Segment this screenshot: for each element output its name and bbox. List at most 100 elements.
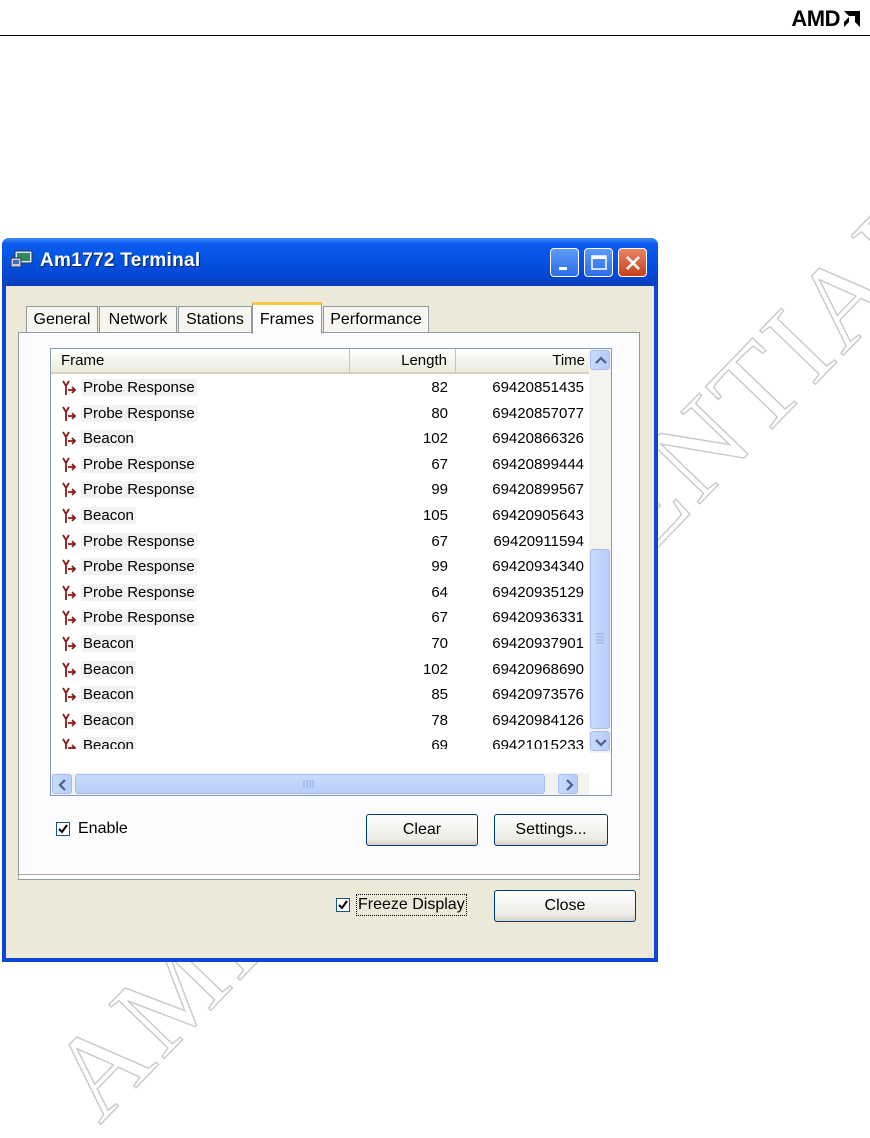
footer-separator — [18, 874, 640, 878]
frame-time-cell: 69420866326 — [492, 430, 584, 448]
antenna-arrow-icon — [62, 457, 77, 472]
frame-time-cell: 69420905643 — [492, 507, 584, 524]
close-icon — [626, 256, 640, 270]
frame-type-cell: Probe Response — [81, 481, 197, 499]
table-row[interactable]: Beacon 78 69420984126 — [51, 708, 589, 734]
table-row[interactable]: Probe Response 99 69420899567 — [51, 477, 589, 503]
checkmark-icon — [338, 900, 348, 910]
horizontal-scroll-thumb[interactable] — [75, 774, 545, 794]
frame-type-cell: Probe Response — [81, 532, 197, 550]
grip-icon — [596, 633, 604, 644]
list-rows: Probe Response 82 69420851435 Probe Respons… — [51, 375, 589, 749]
chevron-up-icon — [595, 356, 607, 364]
close-window-button[interactable] — [618, 248, 647, 277]
column-header-frame[interactable]: Frame — [51, 349, 350, 372]
vertical-scrollbar[interactable] — [589, 349, 611, 753]
table-row[interactable]: Probe Response 99 69420934340 — [51, 554, 589, 580]
chevron-left-icon — [58, 779, 66, 791]
frame-length-cell: 80 — [431, 404, 448, 422]
frame-time-cell: 69420899444 — [492, 455, 584, 473]
tab-general[interactable]: General — [26, 306, 98, 332]
antenna-arrow-icon — [62, 738, 77, 749]
frame-length-cell: 102 — [422, 430, 448, 448]
table-row[interactable]: Probe Response 82 69420851435 — [51, 375, 589, 401]
vertical-scroll-thumb[interactable] — [590, 549, 610, 729]
terminal-app-icon — [10, 250, 33, 268]
tab-frames[interactable]: Frames — [252, 302, 322, 334]
antenna-arrow-icon — [62, 508, 77, 523]
tab-general-label: General — [33, 310, 91, 328]
chevron-down-icon — [595, 739, 607, 747]
close-button[interactable]: Close — [494, 890, 636, 922]
table-row[interactable]: Beacon 102 69420866326 — [51, 426, 589, 452]
column-header-length[interactable]: Length — [350, 349, 456, 372]
frame-time-cell: 69420935129 — [492, 583, 584, 601]
table-row[interactable]: Probe Response 64 69420935129 — [51, 580, 589, 606]
antenna-arrow-icon — [62, 636, 77, 651]
frame-length-cell: 70 — [431, 635, 448, 652]
frame-time-cell: 69420857077 — [492, 404, 584, 422]
freeze-display-checkbox[interactable] — [336, 898, 350, 912]
title-bar[interactable]: Am1772 Terminal — [2, 238, 658, 286]
tab-network[interactable]: Network — [99, 306, 177, 332]
antenna-arrow-icon — [62, 406, 77, 421]
table-row[interactable]: Beacon 105 69420905643 — [51, 503, 589, 529]
settings-button[interactable]: Settings... — [494, 814, 608, 846]
frame-length-cell: 82 — [431, 379, 448, 396]
scroll-down-button[interactable] — [590, 731, 610, 751]
window-client: General Network Stations Frames Performa… — [6, 286, 654, 958]
amd-logo-text: AMD — [791, 6, 840, 31]
frames-list[interactable]: Frame Length Time Probe Response 82 694208… — [50, 348, 612, 796]
table-row[interactable]: Beacon 85 69420973576 — [51, 682, 589, 708]
scroll-left-button[interactable] — [52, 774, 72, 794]
frame-time-cell: 69420968690 — [492, 660, 584, 678]
minimize-icon — [559, 267, 567, 270]
freeze-display-label[interactable]: Freeze Display — [356, 894, 467, 916]
table-row[interactable]: Probe Response 67 69420936331 — [51, 605, 589, 631]
frame-time-cell: 69420936331 — [492, 609, 584, 627]
header-rule — [0, 35, 870, 36]
frame-length-cell: 105 — [422, 507, 448, 524]
frame-length-cell: 78 — [431, 711, 448, 729]
maximize-button[interactable] — [584, 248, 613, 277]
column-header-time[interactable]: Time — [456, 349, 589, 372]
antenna-arrow-icon — [62, 687, 77, 703]
table-row[interactable]: Probe Response 67 69420911594 — [51, 529, 589, 555]
clear-button[interactable]: Clear — [366, 814, 478, 846]
table-row[interactable]: Beacon 69 69421015233 — [51, 733, 589, 749]
frame-type-cell: Beacon — [81, 686, 136, 704]
antenna-arrow-icon — [62, 431, 77, 447]
frame-time-cell: 69420934340 — [492, 558, 584, 576]
frame-type-cell: Beacon — [81, 430, 136, 448]
enable-label[interactable]: Enable — [78, 820, 128, 838]
antenna-arrow-icon — [62, 482, 77, 498]
tab-performance[interactable]: Performance — [323, 306, 429, 332]
frame-length-cell: 99 — [431, 558, 448, 576]
frame-type-cell: Beacon — [81, 737, 136, 749]
table-row[interactable]: Beacon 70 69420937901 — [51, 631, 589, 657]
scroll-right-button[interactable] — [558, 774, 578, 794]
grip-icon — [303, 780, 314, 788]
frame-type-cell: Beacon — [81, 507, 136, 524]
antenna-arrow-icon — [62, 380, 77, 395]
table-row[interactable]: Beacon 102 69420968690 — [51, 657, 589, 683]
frame-length-cell: 67 — [431, 609, 448, 627]
tab-stations[interactable]: Stations — [178, 306, 252, 332]
horizontal-scrollbar[interactable] — [51, 773, 589, 795]
frame-type-cell: Beacon — [81, 711, 136, 729]
scroll-up-button[interactable] — [590, 350, 610, 370]
terminal-window: Am1772 Terminal General Network Stations… — [2, 238, 658, 962]
maximize-icon — [591, 255, 607, 270]
table-row[interactable]: Probe Response 67 69420899444 — [51, 452, 589, 478]
chevron-right-icon — [566, 779, 574, 791]
frame-time-cell: 69420937901 — [492, 635, 584, 652]
frame-time-cell: 69420851435 — [492, 379, 584, 396]
antenna-arrow-icon — [62, 713, 77, 728]
minimize-button[interactable] — [550, 248, 579, 277]
frame-length-cell: 67 — [431, 532, 448, 550]
frame-length-cell: 67 — [431, 455, 448, 473]
amd-logo: AMD — [791, 6, 862, 32]
frame-time-cell: 69420973576 — [492, 686, 584, 704]
table-row[interactable]: Probe Response 80 69420857077 — [51, 401, 589, 427]
enable-checkbox[interactable] — [56, 822, 70, 836]
